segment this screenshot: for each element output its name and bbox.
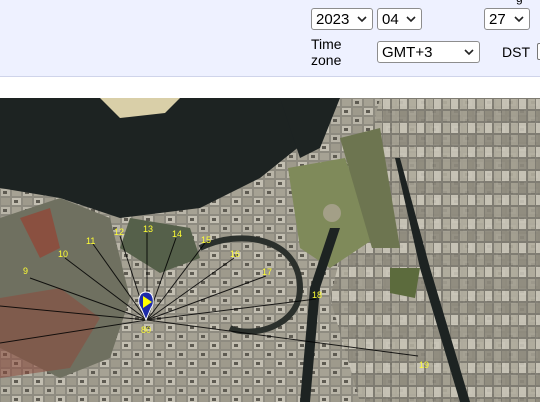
hour-label-14: 14 [172, 229, 182, 239]
chevron-down-icon [357, 16, 367, 23]
chevron-down-icon [406, 16, 416, 23]
hour-label-9: 9 [23, 266, 28, 276]
chevron-down-icon [464, 49, 474, 56]
timezone-label-line1: Time [311, 36, 342, 52]
hour-label-16: 16 [230, 249, 240, 259]
hour-label-10: 10 [58, 249, 68, 259]
timezone-label: Time zone [311, 36, 342, 68]
map-header-gap [0, 77, 540, 98]
hour-label-15: 15 [201, 235, 211, 245]
day-label-partial: g [516, 0, 523, 5]
satellite-map[interactable]: 9 10 11 12 13 14 15 16 17 18 19 80 [0, 98, 540, 402]
timezone-label-line2: zone [311, 52, 342, 68]
map-canvas[interactable]: 9 10 11 12 13 14 15 16 17 18 19 80 [0, 98, 540, 402]
hour-label-13: 13 [143, 224, 153, 234]
day-select-value: 27 [489, 10, 506, 28]
hour-label-19: 19 [419, 360, 429, 370]
timezone-select-value: GMT+3 [382, 43, 433, 61]
hour-label-18: 18 [312, 290, 322, 300]
day-select[interactable]: 27 [484, 8, 530, 30]
year-select[interactable]: 2023 [311, 8, 373, 30]
hour-label-17: 17 [262, 267, 272, 277]
center-label: 80 [141, 325, 151, 335]
hour-label-12: 12 [114, 227, 124, 237]
date-toolbar: 2023 04 g 27 Time zone GMT+3 DST [0, 0, 540, 77]
hour-label-11: 11 [86, 236, 95, 246]
chevron-down-icon [514, 16, 524, 23]
month-select-value: 04 [382, 10, 399, 28]
timezone-select[interactable]: GMT+3 [377, 41, 480, 63]
month-select[interactable]: 04 [377, 8, 422, 30]
dst-label: DST [502, 44, 530, 60]
year-select-value: 2023 [316, 10, 350, 28]
